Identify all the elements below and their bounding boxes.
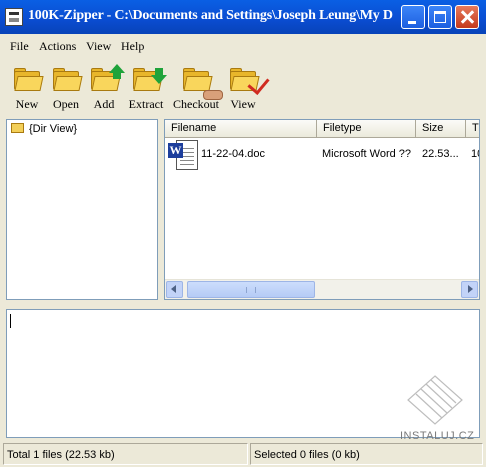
tree-root-item[interactable]: {Dir View} [11, 123, 77, 135]
open-folder-icon [53, 68, 83, 91]
cell-filename: 11-22-04.doc [201, 148, 266, 160]
menu-view[interactable]: View [86, 39, 111, 54]
scroll-thumb[interactable] [187, 281, 315, 298]
extract-label: Extract [128, 97, 164, 111]
app-icon[interactable] [5, 8, 23, 26]
status-bar: Total 1 files (22.53 kb) Selected 0 file… [0, 441, 486, 467]
status-total: Total 1 files (22.53 kb) [3, 443, 248, 465]
checkout-label: Checkout [173, 97, 219, 111]
text-caret [10, 314, 11, 328]
view-button[interactable]: View [218, 58, 270, 114]
maximize-button[interactable] [428, 5, 452, 29]
column-filename[interactable]: Filename [165, 120, 317, 137]
extract-icon [133, 68, 167, 91]
view-label: View [230, 97, 256, 111]
checkout-button[interactable]: Checkout [171, 58, 223, 114]
status-selected: Selected 0 files (0 kb) [250, 443, 483, 465]
cell-size: 22.53... [422, 148, 459, 160]
folder-icon [11, 123, 24, 133]
add-icon [91, 64, 125, 91]
tree-root-label: {Dir View} [29, 123, 78, 135]
menu-bar: File Actions View Help [0, 36, 486, 56]
watermark-logo [407, 375, 463, 425]
file-list[interactable]: Filename Filetype Size Ti W 11-22-04.doc… [164, 119, 480, 300]
pane-splitter[interactable] [0, 302, 486, 308]
column-time[interactable]: Ti [466, 120, 479, 137]
toolbar: New Open Add Extract Checkout View [0, 58, 486, 116]
minimize-button[interactable] [401, 5, 425, 29]
menu-help[interactable]: Help [121, 39, 144, 54]
menu-file[interactable]: File [10, 39, 29, 54]
folder-icon [14, 68, 44, 91]
table-row[interactable]: W 11-22-04.doc Microsoft Word ?? 22.53..… [165, 138, 479, 172]
view-icon [230, 68, 270, 95]
word-doc-icon: W [168, 140, 198, 172]
title-bar[interactable]: 100K-Zipper - C:\Documents and Settings\… [0, 0, 486, 34]
column-headers: Filename Filetype Size Ti [165, 120, 479, 138]
scroll-left-button[interactable] [166, 281, 183, 298]
close-button[interactable] [455, 5, 479, 29]
menu-actions[interactable]: Actions [39, 39, 76, 54]
window-title: 100K-Zipper - C:\Documents and Settings\… [28, 8, 393, 23]
cell-time: 10 [471, 148, 479, 160]
horizontal-scrollbar[interactable] [165, 279, 479, 299]
checkout-icon [183, 68, 223, 100]
scroll-right-button[interactable] [461, 281, 478, 298]
directory-tree[interactable]: {Dir View} [6, 119, 158, 300]
column-filetype[interactable]: Filetype [317, 120, 416, 137]
extract-button[interactable]: Extract [121, 58, 171, 114]
cell-filetype: Microsoft Word ?? [322, 148, 412, 160]
column-size[interactable]: Size [416, 120, 466, 137]
